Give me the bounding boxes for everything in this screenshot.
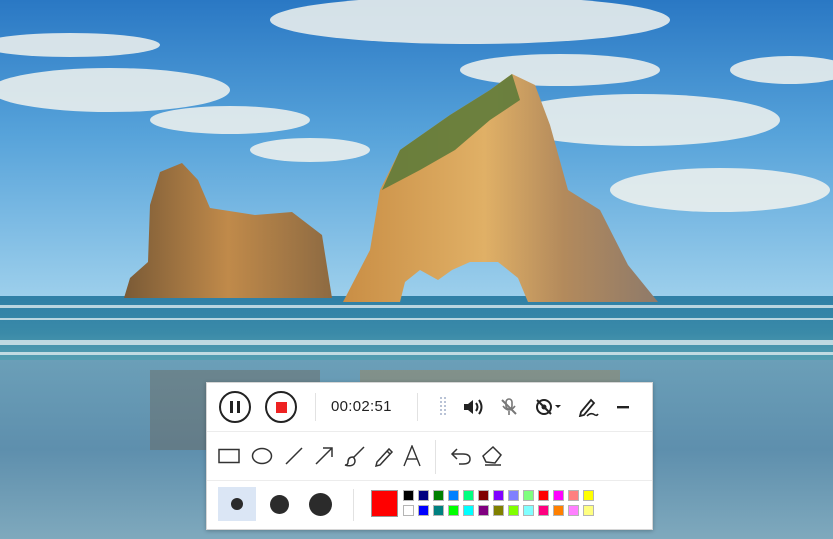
color-swatch[interactable] [493,505,504,516]
color-swatch[interactable] [433,490,444,501]
color-swatch[interactable] [433,505,444,516]
minimize-button[interactable] [611,395,635,419]
screen-recorder-toolbar: 00:02:51 [206,382,653,530]
text-tool[interactable] [400,444,424,468]
color-swatch[interactable] [463,490,474,501]
color-palette [403,490,595,517]
recording-timer: 00:02:51 [331,398,392,415]
ellipse-tool[interactable] [250,444,274,468]
microphone-toggle-button[interactable] [497,395,521,419]
recording-controls-row: 00:02:51 [207,383,652,432]
brush-size-medium[interactable] [260,487,298,521]
undo-button[interactable] [449,444,473,468]
color-swatch[interactable] [493,490,504,501]
brush-icon [344,446,365,467]
color-swatch[interactable] [553,505,564,516]
text-icon [403,445,421,467]
pencil-tool[interactable] [372,444,396,468]
brush-tool[interactable] [343,444,367,468]
undo-icon [450,448,471,465]
brush-size-dot [231,498,243,510]
pencil-icon [374,447,394,467]
microphone-off-icon [501,398,517,415]
color-swatch[interactable] [478,505,489,516]
color-swatch[interactable] [583,490,594,501]
color-swatch[interactable] [403,490,414,501]
color-swatch[interactable] [403,505,414,516]
color-swatch[interactable] [553,490,564,501]
annotate-button[interactable] [576,395,600,419]
color-swatch[interactable] [463,505,474,516]
color-swatch[interactable] [478,490,489,501]
pause-button[interactable] [219,391,251,423]
divider [417,393,418,421]
color-swatch[interactable] [448,505,459,516]
webcam-toggle-button[interactable] [533,395,563,419]
color-swatch[interactable] [523,505,534,516]
divider [315,393,316,421]
color-swatch[interactable] [583,505,594,516]
brush-size-large[interactable] [301,487,339,521]
brush-size-dot [269,494,289,514]
pen-annotate-icon [578,398,599,417]
color-swatch[interactable] [508,490,519,501]
color-swatch[interactable] [508,505,519,516]
rectangle-icon [218,448,240,464]
volume-button[interactable] [462,395,486,419]
divider [353,489,354,521]
color-swatch[interactable] [538,490,549,501]
color-swatch[interactable] [523,490,534,501]
ellipse-icon [251,447,273,465]
divider [435,440,436,474]
eraser-icon [482,445,502,466]
color-swatch[interactable] [418,490,429,501]
stop-button[interactable] [265,391,297,423]
brush-size-small[interactable] [218,487,256,521]
minimize-icon [617,406,629,409]
color-swatch[interactable] [568,490,579,501]
brush-size-dot [308,492,332,516]
current-color-swatch[interactable] [371,490,398,517]
style-row [207,481,652,530]
pause-icon [230,401,240,413]
color-swatch[interactable] [538,505,549,516]
line-tool[interactable] [282,444,306,468]
color-swatch[interactable] [418,505,429,516]
stop-icon [275,401,287,413]
drawing-tools-row [207,432,652,481]
drag-handle-icon[interactable] [431,395,455,419]
line-icon [285,447,303,465]
rectangle-tool[interactable] [217,444,241,468]
eraser-tool[interactable] [480,444,504,468]
color-swatch[interactable] [568,505,579,516]
webcam-off-icon [536,399,561,415]
volume-icon [464,399,483,415]
arrow-tool[interactable] [312,444,336,468]
color-swatch[interactable] [448,490,459,501]
arrow-icon [315,447,333,465]
